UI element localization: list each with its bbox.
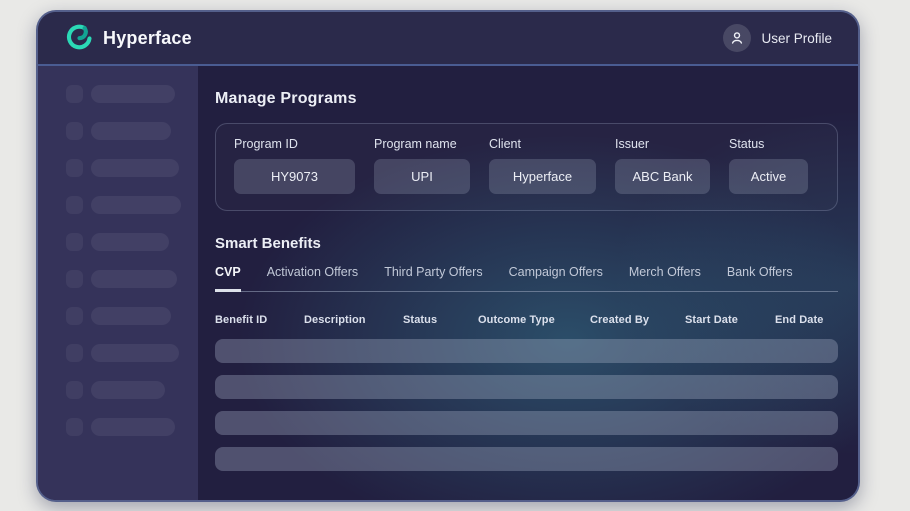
app-header: Hyperface User Profile <box>38 12 858 66</box>
sidebar-skeleton-item <box>66 159 198 177</box>
benefits-tab-bar: CVP Activation Offers Third Party Offers… <box>215 265 838 292</box>
sidebar-skeleton-bar <box>91 418 175 436</box>
sidebar-skeleton-item <box>66 344 198 362</box>
sidebar-skeleton-item <box>66 418 198 436</box>
sidebar-skeleton-dot <box>66 159 83 177</box>
sidebar-skeleton-item <box>66 270 198 288</box>
main-content: Manage Programs Program ID HY9073 Progra… <box>198 66 858 500</box>
sidebar-skeleton-dot <box>66 85 83 103</box>
status-input[interactable]: Active <box>729 159 808 194</box>
user-avatar[interactable] <box>723 24 751 52</box>
sidebar-skeleton-item <box>66 196 198 214</box>
tab-cvp[interactable]: CVP <box>215 265 241 292</box>
hyperface-logo-icon <box>64 23 94 53</box>
field-label: Client <box>489 137 596 151</box>
sidebar-skeleton-dot <box>66 233 83 251</box>
field-issuer: Issuer ABC Bank <box>615 137 710 194</box>
col-end-date: End Date <box>775 314 838 326</box>
person-icon <box>729 30 745 46</box>
field-program-id: Program ID HY9073 <box>234 137 355 194</box>
tab-third-party-offers[interactable]: Third Party Offers <box>384 265 482 292</box>
sidebar-skeleton-bar <box>91 85 175 103</box>
client-input[interactable]: Hyperface <box>489 159 596 194</box>
table-row-skeleton <box>215 375 838 399</box>
col-outcome-type: Outcome Type <box>478 314 590 326</box>
sidebar-skeleton-dot <box>66 196 83 214</box>
sidebar-skeleton-bar <box>91 344 179 362</box>
sidebar-skeleton-dot <box>66 381 83 399</box>
table-row-skeleton <box>215 339 838 363</box>
sidebar-skeleton-item <box>66 233 198 251</box>
field-client: Client Hyperface <box>489 137 596 194</box>
field-status: Status Active <box>729 137 808 194</box>
table-row-skeleton <box>215 447 838 471</box>
issuer-input[interactable]: ABC Bank <box>615 159 710 194</box>
benefits-table-body <box>215 339 838 471</box>
field-label: Issuer <box>615 137 710 151</box>
sidebar-skeleton-bar <box>91 381 165 399</box>
tab-bank-offers[interactable]: Bank Offers <box>727 265 793 292</box>
sidebar-skeleton-bar <box>91 270 177 288</box>
table-row-skeleton <box>215 411 838 435</box>
page-title: Manage Programs <box>215 90 838 108</box>
sidebar-skeleton-bar <box>91 196 181 214</box>
col-benefit-id: Benefit ID <box>215 314 304 326</box>
sidebar-skeleton-bar <box>91 122 171 140</box>
program-summary-card: Program ID HY9073 Program name UPI Clien… <box>215 123 838 211</box>
sidebar-skeleton-dot <box>66 418 83 436</box>
brand: Hyperface <box>64 23 192 53</box>
sidebar-skeleton-bar <box>91 159 179 177</box>
sidebar-skeleton-item <box>66 381 198 399</box>
tab-activation-offers[interactable]: Activation Offers <box>267 265 358 292</box>
field-label: Status <box>729 137 808 151</box>
section-title-smart-benefits: Smart Benefits <box>215 235 838 252</box>
sidebar-skeleton-bar <box>91 233 169 251</box>
user-profile[interactable]: User Profile <box>723 24 832 52</box>
sidebar-skeleton-item <box>66 307 198 325</box>
col-created-by: Created By <box>590 314 685 326</box>
program-id-input[interactable]: HY9073 <box>234 159 355 194</box>
sidebar-skeleton-dot <box>66 122 83 140</box>
user-profile-label: User Profile <box>761 31 832 46</box>
field-label: Program name <box>374 137 470 151</box>
col-status: Status <box>403 314 478 326</box>
col-start-date: Start Date <box>685 314 775 326</box>
sidebar-skeleton-item <box>66 122 198 140</box>
app-window: Hyperface User Profile Man <box>36 10 860 502</box>
tab-campaign-offers[interactable]: Campaign Offers <box>509 265 603 292</box>
program-name-input[interactable]: UPI <box>374 159 470 194</box>
brand-name: Hyperface <box>103 28 192 49</box>
sidebar-skeleton-item <box>66 85 198 103</box>
field-program-name: Program name UPI <box>374 137 470 194</box>
field-label: Program ID <box>234 137 355 151</box>
sidebar-skeleton-dot <box>66 307 83 325</box>
benefits-table-header: Benefit ID Description Status Outcome Ty… <box>215 314 838 326</box>
col-description: Description <box>304 314 403 326</box>
sidebar-skeleton-bar <box>91 307 171 325</box>
tab-merch-offers[interactable]: Merch Offers <box>629 265 701 292</box>
sidebar-nav <box>38 66 198 500</box>
sidebar-skeleton-dot <box>66 270 83 288</box>
sidebar-skeleton-dot <box>66 344 83 362</box>
